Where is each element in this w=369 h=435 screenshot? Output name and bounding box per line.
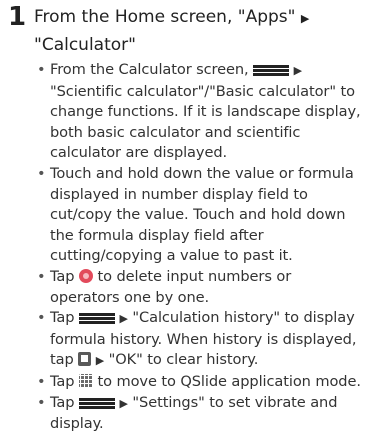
note-text: Tap bbox=[50, 267, 79, 285]
heading-part1: From the Home screen, "Apps" bbox=[34, 7, 301, 27]
note-text: Tap bbox=[50, 372, 79, 390]
note-item: Tap ▶ "Settings" to set vibrate and disp… bbox=[34, 393, 364, 435]
arrow-icon: ▶ bbox=[293, 64, 303, 77]
arrow-icon: ▶ bbox=[119, 396, 128, 410]
menu-icon bbox=[78, 311, 115, 325]
arrow-icon: ▶ bbox=[300, 12, 310, 25]
qslide-icon bbox=[78, 373, 93, 388]
heading-part2: "Calculator" bbox=[34, 35, 136, 55]
note-text: From the Calculator screen, bbox=[50, 61, 254, 78]
note-item: Tap to delete input numbers or operators… bbox=[34, 267, 364, 308]
note-item: Tap to move to QSlide application mode. bbox=[34, 372, 364, 393]
note-item: From the Calculator screen, ▶ "Scientifi… bbox=[34, 60, 364, 164]
note-text: Touch and hold down the value or formula… bbox=[50, 164, 354, 265]
note-text: Tap bbox=[50, 393, 79, 411]
step-heading: From the Home screen, "Apps" ▶ "Calculat… bbox=[34, 4, 364, 58]
step-number: 1 bbox=[8, 2, 27, 32]
note-item: Touch and hold down the value or formula… bbox=[34, 164, 364, 267]
menu-icon bbox=[253, 63, 290, 77]
menu-icon bbox=[78, 396, 115, 410]
note-text: Tap bbox=[50, 309, 79, 327]
note-text: "Scientific calculator"/"Basic calculato… bbox=[50, 82, 361, 162]
arrow-icon: ▶ bbox=[95, 354, 105, 368]
note-text: "OK" to clear history. bbox=[104, 351, 259, 369]
notes-list: From the Calculator screen, ▶ "Scientifi… bbox=[34, 60, 364, 435]
arrow-icon: ▶ bbox=[119, 312, 128, 326]
manual-page: 1 From the Home screen, "Apps" ▶ "Calcul… bbox=[0, 0, 369, 432]
note-text: to move to QSlide application mode. bbox=[92, 372, 361, 390]
delete-icon bbox=[78, 268, 93, 283]
note-item: Tap ▶ "Calculation history" to display f… bbox=[34, 308, 364, 372]
trash-icon bbox=[78, 352, 92, 367]
